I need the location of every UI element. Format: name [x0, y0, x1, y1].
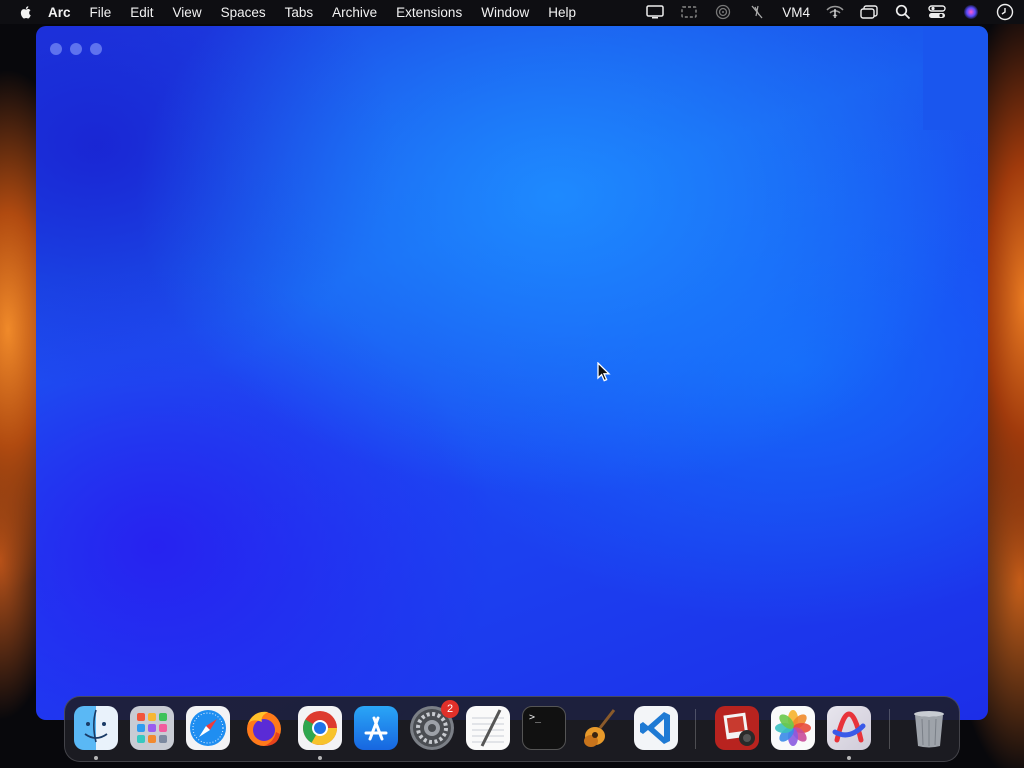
arc-window[interactable]	[36, 26, 988, 720]
menu-bar: Arc File Edit View Spaces Tabs Archive E…	[0, 0, 1024, 24]
dock-app-store[interactable]	[354, 706, 398, 750]
menu-edit[interactable]: Edit	[130, 5, 153, 20]
menu-window[interactable]: Window	[481, 5, 529, 20]
display-icon[interactable]	[646, 4, 664, 20]
wifi-icon[interactable]	[826, 4, 844, 20]
dock-garageband[interactable]	[578, 706, 622, 750]
dock-trash[interactable]	[907, 706, 951, 750]
menu-spaces[interactable]: Spaces	[221, 5, 266, 20]
zoom-window-button[interactable]	[90, 43, 102, 55]
window-switch-icon[interactable]	[860, 4, 878, 20]
dock-chrome[interactable]	[298, 706, 342, 750]
dock-running-indicator	[94, 756, 98, 760]
close-window-button[interactable]	[50, 43, 62, 55]
dock-running-indicator	[318, 756, 322, 760]
terminal-icon: >_	[529, 712, 542, 723]
dock-finder[interactable]	[74, 706, 118, 750]
window-controls	[50, 43, 110, 55]
apple-icon[interactable]	[18, 4, 34, 20]
launchpad-icon	[137, 713, 167, 743]
trash-icon	[914, 711, 944, 748]
guitar-icon	[584, 709, 616, 747]
dock-vscode[interactable]	[634, 706, 678, 750]
dock-running-indicator	[847, 756, 851, 760]
menu-help[interactable]: Help	[548, 5, 576, 20]
menu-app-name[interactable]: Arc	[48, 5, 71, 20]
dock-textedit[interactable]	[466, 706, 510, 750]
menu-extensions[interactable]: Extensions	[396, 5, 462, 20]
photos-icon	[775, 710, 811, 746]
dock-system-settings[interactable]: 2	[410, 700, 459, 750]
dock-terminal[interactable]: >_	[522, 706, 566, 750]
window-corner-panel	[923, 26, 988, 130]
dock-photos[interactable]	[771, 706, 815, 750]
siri-icon[interactable]	[962, 4, 980, 20]
dock-firefox[interactable]	[242, 706, 286, 750]
menu-file[interactable]: File	[90, 5, 112, 20]
screen-mirror-icon[interactable]	[680, 4, 698, 20]
textedit-icon	[472, 709, 504, 747]
chrome-icon	[303, 711, 337, 745]
notification-badge: 2	[441, 700, 459, 718]
firefox-icon	[247, 711, 281, 746]
mouse-pointer-icon	[597, 362, 611, 382]
menu-view[interactable]: View	[173, 5, 202, 20]
search-icon[interactable]	[894, 4, 912, 20]
menu-archive[interactable]: Archive	[332, 5, 377, 20]
arc-icon	[832, 711, 866, 743]
airdrop-icon[interactable]	[714, 4, 732, 20]
menu-tabs[interactable]: Tabs	[285, 5, 314, 20]
clock-icon[interactable]	[996, 3, 1014, 21]
photo-booth-icon	[723, 712, 755, 746]
dock: 2 >_	[64, 696, 960, 762]
status-area: VM4	[630, 0, 1014, 24]
safari-icon	[190, 710, 226, 746]
dock-launchpad[interactable]	[130, 706, 174, 750]
dock-safari[interactable]	[186, 706, 230, 750]
vscode-icon	[640, 712, 670, 744]
dock-separator	[695, 709, 696, 749]
dock-arc-browser[interactable]	[827, 706, 871, 750]
status-label[interactable]: VM4	[782, 5, 810, 20]
finder-icon	[84, 709, 108, 743]
dock-photo-booth[interactable]	[715, 706, 759, 750]
minimize-window-button[interactable]	[70, 43, 82, 55]
app-store-icon	[364, 716, 388, 741]
dock-separator	[889, 709, 890, 749]
control-center-icon[interactable]	[928, 4, 946, 20]
mic-off-icon[interactable]	[748, 4, 766, 20]
